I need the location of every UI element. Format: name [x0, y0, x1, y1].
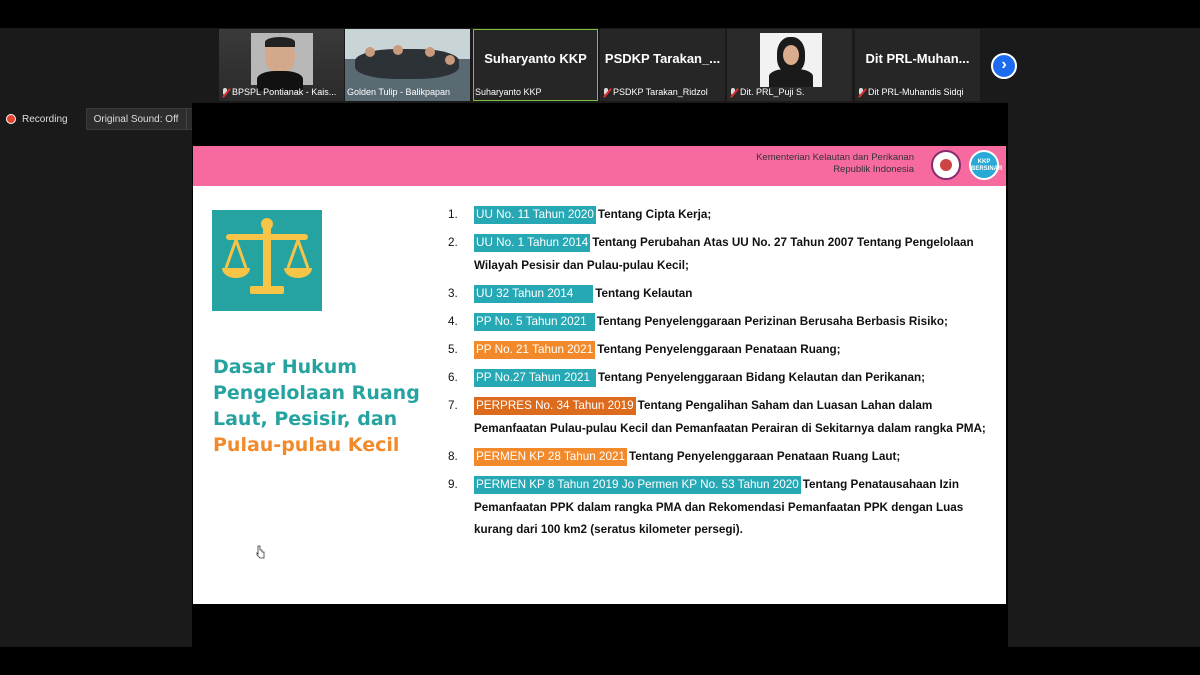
regulation-text: Tentang Penyelenggaraan Penataan Ruang;	[597, 342, 841, 356]
list-item: 8. PERMEN KP 28 Tahun 2021 Tentang Penyel…	[448, 446, 998, 469]
ministry-name: Kementerian Kelautan dan Perikanan Repub…	[756, 152, 914, 176]
participant-tile[interactable]: Golden Tulip - Balikpapan	[345, 29, 470, 101]
regulation-list: 1. UU No. 11 Tahun 2020 Tentang Cipta Ker…	[448, 204, 998, 547]
slide-header: Kementerian Kelautan dan Perikanan Repub…	[193, 146, 1006, 186]
participant-tile[interactable]: BPSPL Pontianak - Kais...	[219, 29, 344, 101]
slide-title: Dasar Hukum Pengelolaan Ruang Laut, Pesi…	[213, 354, 453, 458]
participant-name: Dit PRL-Muhandis Sidqi	[868, 87, 964, 97]
recording-label: Recording	[22, 113, 68, 125]
title-line-1: Dasar Hukum	[213, 356, 358, 378]
list-item: 1. UU No. 11 Tahun 2020 Tentang Cipta Ker…	[448, 204, 998, 227]
participant-name: Suharyanto KKP	[475, 87, 542, 97]
regulation-text: Tentang Penyelenggaraan Penataan Ruang L…	[629, 449, 901, 463]
list-item: 4. PP No. 5 Tahun 2021 Tentang Penyelengg…	[448, 311, 998, 334]
regulation-tag: UU 32 Tahun 2014	[474, 284, 594, 303]
microphone-muted-icon	[602, 87, 611, 98]
list-item: 7. PERPRES No. 34 Tahun 2019 Tentang Peng…	[448, 395, 998, 440]
list-item: 3. UU 32 Tahun 2014 Tentang Kelautan	[448, 283, 998, 306]
title-line-3: Laut, Pesisir, dan	[213, 408, 398, 430]
list-item: 9. PERMEN KP 8 Tahun 2019 Jo Permen KP N…	[448, 474, 998, 542]
regulation-tag: UU No. 11 Tahun 2020	[474, 206, 596, 224]
list-item: 5. PP No. 21 Tahun 2021 Tentang Penyeleng…	[448, 339, 998, 362]
participant-name: BPSPL Pontianak - Kais...	[232, 87, 337, 97]
participant-tile-active[interactable]: Suharyanto KKP Suharyanto KKP	[473, 29, 598, 101]
presentation-slide: Kementerian Kelautan dan Perikanan Repub…	[193, 146, 1006, 604]
title-line-2: Pengelolaan Ruang	[213, 382, 420, 404]
chevron-right-icon: ›	[1001, 56, 1007, 73]
next-page-button[interactable]: ›	[991, 53, 1017, 79]
item-number: 2.	[448, 236, 458, 250]
regulation-tag: PERMEN KP 8 Tahun 2019 Jo Permen KP No. …	[474, 475, 801, 494]
participant-tile[interactable]: Dit PRL-Muhan... Dit PRL-Muhandis Sidqi	[855, 29, 980, 101]
item-number: 6.	[448, 371, 458, 385]
microphone-muted-icon	[221, 87, 230, 98]
participant-display-name: PSDKP Tarakan_...	[604, 51, 721, 66]
item-number: 4.	[448, 314, 458, 328]
participant-tile[interactable]: PSDKP Tarakan_... PSDKP Tarakan_Ridzol	[600, 29, 725, 101]
ministry-line-2: Republik Indonesia	[833, 164, 914, 175]
participant-name: Golden Tulip - Balikpapan	[347, 87, 451, 97]
participant-display-name: Suharyanto KKP	[484, 51, 587, 66]
item-number: 8.	[448, 449, 458, 463]
ministry-logo	[931, 150, 961, 180]
law-tile	[212, 210, 322, 311]
participant-tile[interactable]: Dit. PRL_Puji S.	[727, 29, 852, 101]
item-number: 7.	[448, 399, 458, 413]
microphone-muted-icon	[729, 87, 738, 98]
item-number: 5.	[448, 342, 458, 356]
item-number: 9.	[448, 477, 458, 491]
record-icon	[6, 114, 16, 124]
regulation-text: Tentang Penyelenggaraan Perizinan Berusa…	[596, 314, 948, 328]
regulation-tag: PERMEN KP 28 Tahun 2021	[474, 447, 628, 466]
regulation-tag: PP No.27 Tahun 2021	[474, 369, 596, 388]
microphone-muted-icon	[857, 87, 866, 98]
participant-display-name: Dit PRL-Muhan...	[865, 51, 970, 66]
cursor-icon	[256, 545, 265, 559]
regulation-tag: PERPRES No. 34 Tahun 2019	[474, 397, 636, 416]
regulation-text: Tentang Penyelenggaraan Bidang Kelautan …	[597, 371, 926, 385]
ministry-line-1: Kementerian Kelautan dan Perikanan	[756, 152, 914, 163]
participant-name: Dit. PRL_Puji S.	[740, 87, 805, 97]
regulation-tag: PP No. 5 Tahun 2021	[474, 312, 595, 331]
scales-of-justice-icon	[222, 218, 312, 294]
participant-name: PSDKP Tarakan_Ridzol	[613, 87, 708, 97]
original-sound-label: Original Sound: Off	[93, 113, 179, 125]
item-number: 1.	[448, 208, 458, 221]
kkp-bersinar-logo: KKP BERSINAR	[969, 150, 1002, 180]
original-sound-button[interactable]: Original Sound: Off ▼	[85, 108, 203, 130]
item-number: 3.	[448, 286, 458, 300]
list-item: 2. UU No. 1 Tahun 2014 Tentang Perubahan …	[448, 232, 998, 277]
bottom-bar	[0, 647, 1200, 675]
list-item: 6. PP No.27 Tahun 2021 Tentang Penyelengg…	[448, 367, 998, 390]
regulation-tag: UU No. 1 Tahun 2014	[474, 234, 591, 253]
top-bar	[0, 0, 1200, 28]
regulation-text: Tentang Cipta Kerja;	[597, 208, 712, 221]
regulation-tag: PP No. 21 Tahun 2021	[474, 340, 596, 359]
recording-bar: Recording Original Sound: Off ▼	[6, 108, 203, 130]
title-line-4: Pulau-pulau Kecil	[213, 434, 400, 456]
regulation-text: Tentang Kelautan	[595, 286, 693, 300]
